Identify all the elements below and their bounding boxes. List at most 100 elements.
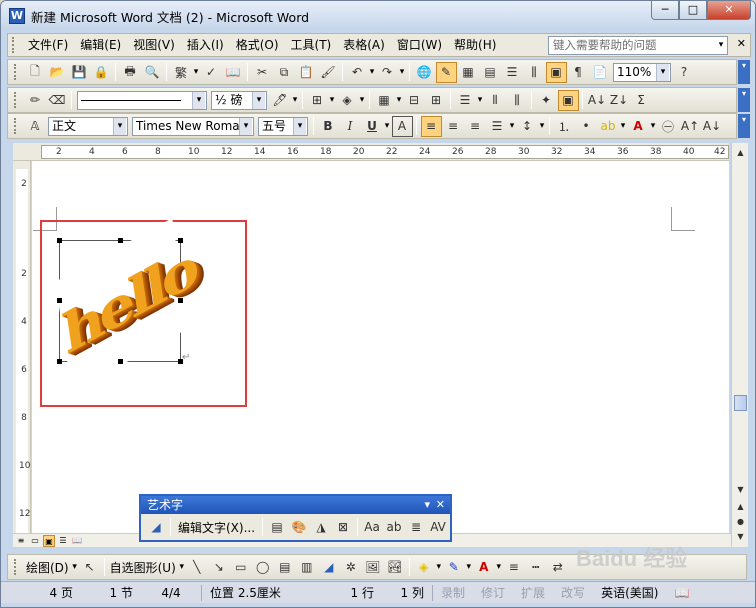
permission-icon[interactable]: 🔒 xyxy=(91,62,112,83)
spelling-status-icon[interactable]: 📖 xyxy=(666,586,697,600)
vertical-ruler[interactable]: 2 2 4 6 8 10 12 xyxy=(13,161,31,547)
autoformat-icon[interactable]: ✦ xyxy=(536,90,557,111)
merge-cells-icon[interactable]: ⊟ xyxy=(404,90,425,111)
line-spacing-icon[interactable]: ↕ xyxy=(517,116,538,137)
menu-help[interactable]: 帮助(H) xyxy=(448,34,502,56)
chevron-down-icon[interactable]: ▾ xyxy=(358,95,366,105)
scroll-down-icon[interactable]: ▼ xyxy=(733,482,748,497)
resize-handle[interactable] xyxy=(178,298,183,303)
chevron-down-icon[interactable]: ▾ xyxy=(435,562,443,572)
resize-handle[interactable] xyxy=(118,238,123,243)
menu-table[interactable]: 表格(A) xyxy=(337,34,391,56)
font-color-icon[interactable]: A xyxy=(473,557,494,578)
toolbar-grip[interactable] xyxy=(14,118,20,134)
italic-icon[interactable]: I xyxy=(340,116,361,137)
draw-menu-button[interactable]: 绘图(D) xyxy=(24,559,71,576)
autosum-icon[interactable]: Σ xyxy=(631,90,652,111)
menu-grip[interactable] xyxy=(12,37,18,53)
bold-icon[interactable]: B xyxy=(318,116,339,137)
new-document-icon[interactable]: 🗋 xyxy=(25,62,46,83)
insert-excel-icon[interactable]: ▤ xyxy=(480,62,501,83)
font-select[interactable]: Times New Roman xyxy=(132,116,254,136)
chevron-down-icon[interactable]: ▾ xyxy=(383,121,391,131)
redo-icon[interactable]: ↷ xyxy=(377,62,398,83)
prev-page-icon[interactable]: ▲ xyxy=(733,499,748,514)
dash-style-icon[interactable]: ┅ xyxy=(525,557,546,578)
insert-table-icon[interactable]: ▦ xyxy=(374,90,395,111)
align-center-icon[interactable]: ≡ xyxy=(443,116,464,137)
shrink-font-icon[interactable]: A↓ xyxy=(702,116,723,137)
status-language[interactable]: 英语(美国) xyxy=(593,584,666,601)
print-icon[interactable]: 🖶 xyxy=(120,62,141,83)
help-icon[interactable]: ? xyxy=(674,62,695,83)
vertical-text-box-icon[interactable]: ▥ xyxy=(296,557,317,578)
read-icon[interactable]: 📄 xyxy=(590,62,611,83)
help-dropdown-icon[interactable]: ▾ xyxy=(714,36,728,55)
resize-handle[interactable] xyxy=(178,238,183,243)
picture-icon[interactable]: 🏞 xyxy=(384,557,405,578)
line-icon[interactable]: ╲ xyxy=(186,557,207,578)
vertical-text-icon[interactable]: ab xyxy=(384,517,405,538)
chevron-down-icon[interactable]: ▾ xyxy=(395,95,403,105)
maximize-button[interactable]: □ xyxy=(679,1,707,20)
style-select[interactable]: 正文 xyxy=(48,116,128,136)
line-style-select[interactable] xyxy=(77,90,207,110)
numbering-icon[interactable]: ⒈ xyxy=(554,116,575,137)
chevron-down-icon[interactable]: ▾ xyxy=(192,67,200,77)
same-letter-heights-icon[interactable]: Aa xyxy=(362,517,383,538)
autoshapes-button[interactable]: 自选图形(U) xyxy=(108,559,178,576)
line-color-icon[interactable]: ✎ xyxy=(443,557,464,578)
align-left-icon[interactable]: ≡ xyxy=(420,115,442,137)
justify-icon[interactable]: ☰ xyxy=(487,116,508,137)
print-preview-icon[interactable]: 🔍 xyxy=(142,62,163,83)
insert-table-icon[interactable]: ▦ xyxy=(458,62,479,83)
save-icon[interactable]: 💾 xyxy=(69,62,90,83)
next-page-icon[interactable]: ▼ xyxy=(733,529,748,544)
chevron-down-icon[interactable]: ▾ xyxy=(508,121,516,131)
scroll-thumb[interactable] xyxy=(734,395,747,411)
resize-handle[interactable] xyxy=(57,298,62,303)
underline-icon[interactable]: U xyxy=(362,116,383,137)
resize-handle[interactable] xyxy=(57,238,62,243)
toolbar-grip[interactable] xyxy=(14,92,20,108)
wordart-toolbar-title[interactable]: 艺术字 ▾ ✕ xyxy=(141,496,450,514)
horizontal-ruler[interactable]: 2 4 6 8 10 12 14 16 18 20 22 24 26 28 30… xyxy=(13,143,729,161)
shading-color-icon[interactable]: ◈ xyxy=(337,90,358,111)
copy-icon[interactable]: ⧉ xyxy=(274,62,295,83)
align-icon[interactable]: ☰ xyxy=(455,90,476,111)
columns-icon[interactable]: ☰ xyxy=(502,62,523,83)
format-wordart-icon[interactable]: 🎨 xyxy=(289,517,310,538)
toolbar-options-icon[interactable]: ▾ xyxy=(738,114,750,138)
insert-wordart-icon[interactable]: ◢ xyxy=(318,557,339,578)
toolbar-grip[interactable] xyxy=(14,559,20,575)
show-hide-icon[interactable]: ¶ xyxy=(568,62,589,83)
chevron-down-icon[interactable]: ▾ xyxy=(71,562,79,572)
highlight-icon[interactable]: ab xyxy=(598,116,619,137)
resize-handle[interactable] xyxy=(57,359,62,364)
char-border-icon[interactable]: A xyxy=(391,115,413,137)
menu-edit[interactable]: 编辑(E) xyxy=(74,34,127,56)
menu-window[interactable]: 窗口(W) xyxy=(391,34,448,56)
chevron-down-icon[interactable]: ▾ xyxy=(649,121,657,131)
format-painter-icon[interactable]: 🖌 xyxy=(318,62,339,83)
menu-file[interactable]: 文件(F) xyxy=(22,34,74,56)
chevron-down-icon[interactable]: ▾ xyxy=(619,121,627,131)
text-box-icon[interactable]: ▤ xyxy=(274,557,295,578)
browse-object-icon[interactable]: ● xyxy=(733,514,748,529)
font-color-icon[interactable]: A xyxy=(628,116,649,137)
toolbar-options-icon[interactable]: ▾ xyxy=(738,88,750,112)
normal-view-icon[interactable]: ≡ xyxy=(15,535,27,547)
hyperlink-icon[interactable]: 🌐 xyxy=(414,62,435,83)
sort-asc-icon[interactable]: A↓ xyxy=(587,90,608,111)
menu-view[interactable]: 视图(V) xyxy=(127,34,181,56)
clip-art-icon[interactable]: 🖼 xyxy=(362,557,383,578)
line-weight-select[interactable]: ½ 磅 xyxy=(211,90,267,110)
chevron-down-icon[interactable]: ▾ xyxy=(538,121,546,131)
zoom-select[interactable]: 110% xyxy=(613,62,671,82)
fill-color-icon[interactable]: ◈ xyxy=(413,557,434,578)
rectangle-icon[interactable]: ▭ xyxy=(230,557,251,578)
spelling-icon[interactable]: ✓ xyxy=(201,62,222,83)
chevron-down-icon[interactable]: ▾ xyxy=(368,67,376,77)
status-overtype[interactable]: 改写 xyxy=(553,584,593,601)
close-icon[interactable]: ✕ xyxy=(436,496,445,514)
